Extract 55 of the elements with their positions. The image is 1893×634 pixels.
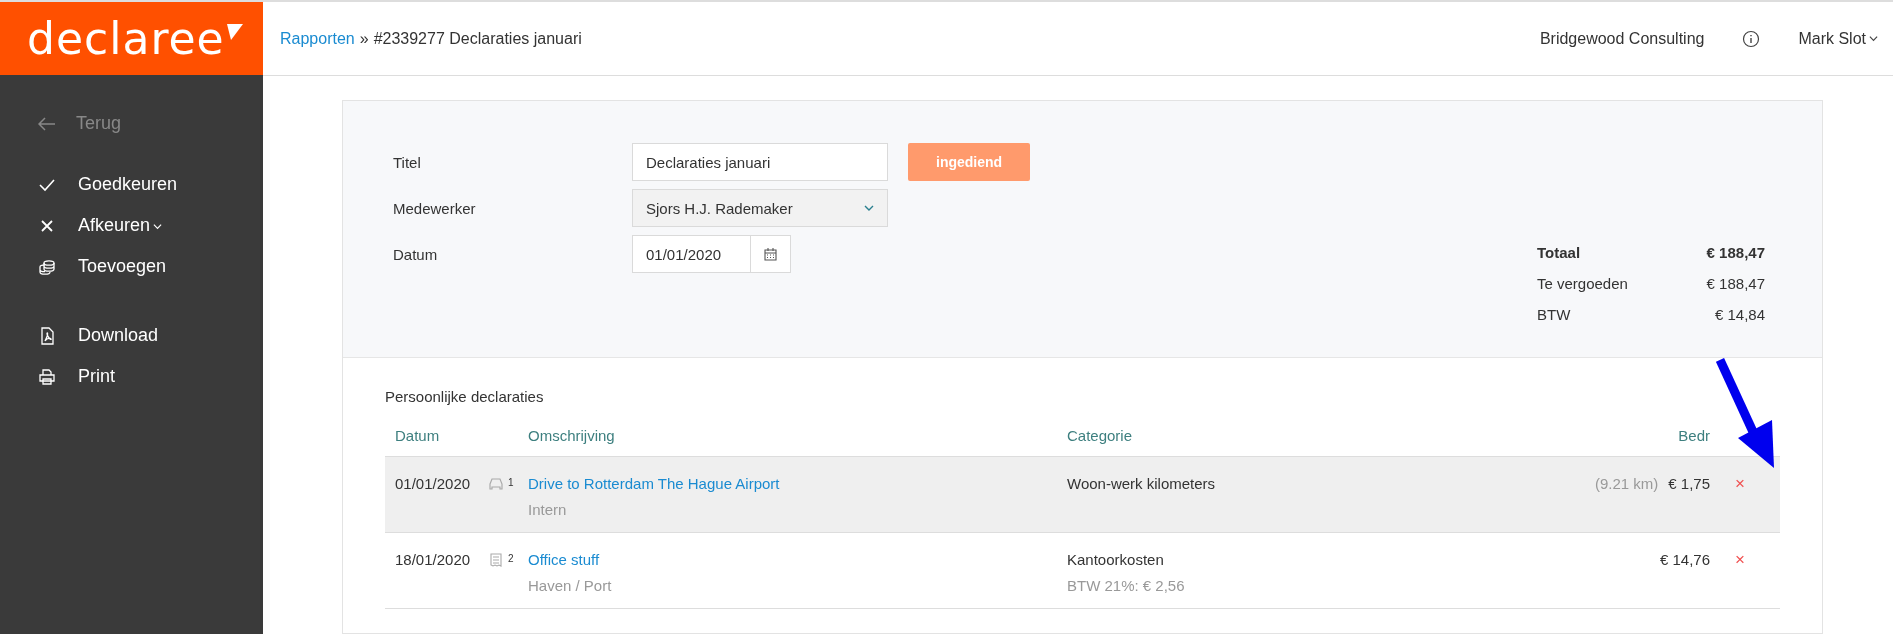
category-cell-text: Woon-werk kilometers bbox=[1067, 475, 1217, 492]
total-value: € 188,47 bbox=[1705, 275, 1765, 292]
calendar-icon bbox=[764, 247, 777, 261]
column-header: Categorie bbox=[1067, 427, 1134, 444]
car-icon bbox=[488, 477, 504, 491]
amount-cell: € 14,76 bbox=[1659, 551, 1710, 568]
printer-icon bbox=[38, 367, 56, 386]
logo-mark-icon bbox=[226, 23, 243, 40]
sidebar-item[interactable]: Goedkeuren bbox=[38, 174, 263, 195]
field-label: Titel bbox=[393, 153, 422, 171]
pdf-file-icon bbox=[38, 326, 56, 345]
description-subtext: Intern bbox=[528, 501, 568, 518]
employee-select[interactable]: Sjors H.J. Rademaker bbox=[632, 189, 888, 227]
column-header: Datum bbox=[395, 427, 441, 444]
sidebar-item[interactable]: Afkeuren bbox=[38, 215, 263, 236]
section-title: Persoonlijke declaraties bbox=[385, 388, 545, 405]
chevron-down-icon bbox=[864, 203, 874, 213]
receipt-icon bbox=[488, 553, 504, 567]
back-arrow-icon bbox=[38, 116, 56, 131]
delete-button[interactable]: × bbox=[1735, 551, 1745, 568]
company-name: Bridgewood Consulting bbox=[1539, 29, 1705, 48]
sidebar-item[interactable]: Print bbox=[38, 366, 263, 387]
date-cell-text: 18/01/2020 bbox=[395, 551, 472, 570]
date-cell-text: 01/01/2020 bbox=[395, 475, 472, 494]
sidebar-item[interactable]: Toevoegen bbox=[38, 256, 263, 277]
column-header: Bedr bbox=[1677, 427, 1710, 444]
date-field[interactable]: 01/01/2020 bbox=[632, 235, 751, 273]
sidebar-item[interactable]: Download bbox=[38, 325, 263, 346]
breadcrumb-link[interactable]: Rapporten bbox=[280, 29, 355, 48]
caret-icon bbox=[1869, 34, 1878, 43]
info-icon[interactable] bbox=[1742, 29, 1761, 48]
user-menu[interactable]: Mark Slot bbox=[1798, 29, 1878, 48]
field-label: Datum bbox=[393, 245, 439, 263]
amount-cell: € 1,75 bbox=[1668, 475, 1710, 492]
logo-text: declaree bbox=[27, 13, 225, 64]
description-link[interactable]: Office stuff bbox=[528, 551, 1067, 568]
breadcrumb-separator: » bbox=[359, 29, 369, 48]
coins-icon bbox=[38, 257, 56, 276]
description-subtext: Haven / Port bbox=[528, 577, 613, 594]
total-value: € 14,84 bbox=[1713, 306, 1765, 323]
calendar-button[interactable] bbox=[751, 235, 791, 273]
breadcrumb-current: #2339277 Declaraties januari bbox=[373, 29, 582, 48]
category-cell-text: Kantoorkosten bbox=[1067, 551, 1165, 568]
total-label: BTW bbox=[1537, 306, 1572, 323]
field-label: Medewerker bbox=[393, 199, 477, 217]
attachment-count: 1 bbox=[508, 477, 514, 488]
caret-icon bbox=[153, 222, 163, 231]
column-header: Omschrijving bbox=[528, 427, 616, 444]
title-field[interactable]: Declaraties januari bbox=[632, 143, 888, 181]
category-subtext: BTW 21%: € 2,56 bbox=[1067, 577, 1186, 594]
total-value: € 188,47 bbox=[1705, 244, 1765, 261]
total-label: Te vergoeden bbox=[1537, 275, 1629, 292]
distance-text: (9.21 km) bbox=[1594, 475, 1659, 492]
attachment-count: 2 bbox=[508, 553, 514, 564]
total-label: Totaal bbox=[1537, 244, 1582, 261]
